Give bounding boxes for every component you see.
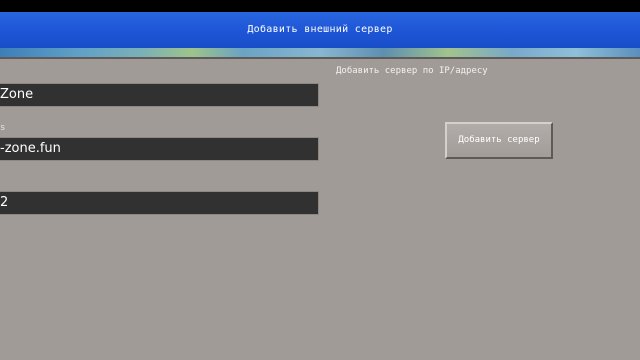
server-address-label: s xyxy=(0,123,6,133)
add-external-server-screen: Добавить внешний сервер Zone s -zone.fun… xyxy=(0,0,640,360)
header-bar: Добавить внешний сервер xyxy=(0,12,640,49)
server-name-field[interactable]: Zone xyxy=(0,83,319,107)
add-by-ip-hint: Добавить сервер по IP/адресу xyxy=(336,66,488,76)
add-server-button[interactable]: Добавить сервер xyxy=(445,122,553,159)
top-strip xyxy=(0,0,640,12)
server-port-field[interactable]: 2 xyxy=(0,191,319,215)
server-address-value: -zone.fun xyxy=(0,141,61,156)
server-port-value: 2 xyxy=(0,195,9,210)
page-title: Добавить внешний сервер xyxy=(247,24,393,35)
server-address-field[interactable]: -zone.fun xyxy=(0,137,319,161)
server-name-value: Zone xyxy=(0,87,34,102)
header-panorama xyxy=(0,48,640,59)
